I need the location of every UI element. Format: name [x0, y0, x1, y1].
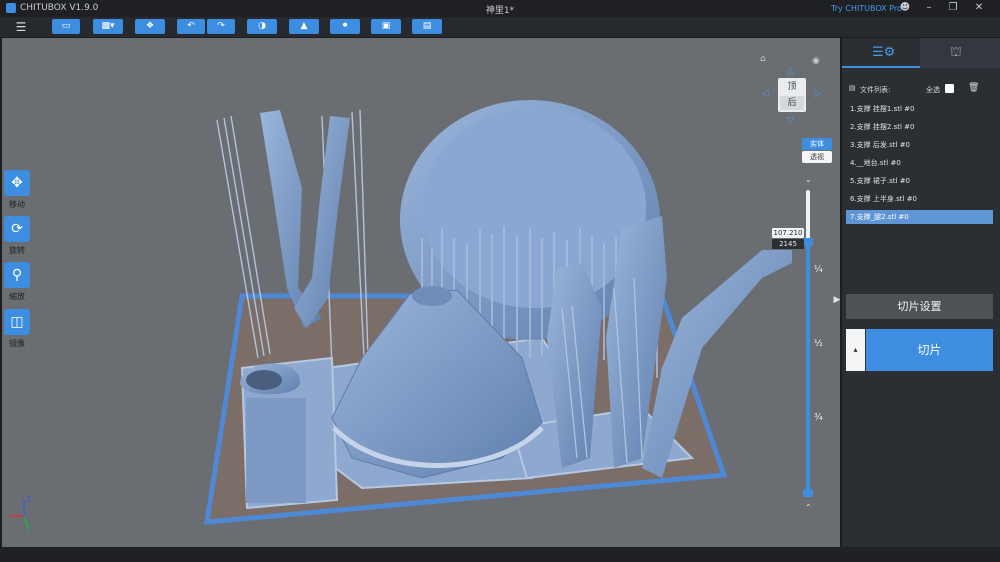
3d-viewport[interactable]: Z Y [2, 38, 840, 547]
solid-mode-button[interactable]: 实体 [802, 138, 832, 150]
scale-icon: ⚲ [11, 267, 23, 283]
layer-height-value[interactable]: 107.210 [772, 228, 804, 238]
slice-button[interactable]: 切片 [866, 329, 993, 371]
lock-button[interactable]: ▤ [412, 19, 442, 34]
visibility-eye-icon[interactable]: ◉ [812, 56, 820, 66]
try-pro-link[interactable]: Try CHITUBOX Pro [831, 4, 902, 13]
tab-model-settings[interactable]: ☰⚙ [842, 38, 920, 68]
scene-render: Z Y [10, 100, 792, 534]
redo-button[interactable]: ↷ [207, 19, 235, 34]
move-tool-button[interactable]: ✥ [4, 170, 30, 196]
status-bar [0, 547, 1000, 562]
file-list-icon: ▤ [849, 84, 856, 92]
undo-button[interactable]: ↶ [177, 19, 205, 34]
select-all-label: 全选 [926, 86, 940, 94]
move-label: 移动 [9, 200, 25, 209]
support-button[interactable]: ▲ [289, 19, 319, 34]
svg-text:Z: Z [26, 495, 32, 504]
svg-text:Y: Y [25, 525, 31, 534]
layer-slider-bottom-thumb[interactable] [803, 489, 813, 497]
settings-button[interactable]: ▣ [371, 19, 401, 34]
slider-three-quarter-mark: ¾ [814, 413, 823, 423]
main-toolbar: ☰ ▭ ▩▾ ❖ ↶ ↷ ◑ ▲ ⚫ ▣ ▤ [0, 17, 1000, 37]
panel-expand-arrow-icon[interactable]: ▶ [832, 292, 842, 308]
slice-settings-button[interactable]: 切片设置 [846, 294, 993, 319]
user-icon[interactable]: ☻ [898, 2, 912, 14]
slice-options-arrow-icon[interactable]: ▴ [846, 329, 865, 371]
file-list-item[interactable]: 6.支撑 上半身.stl #0 [846, 192, 993, 206]
file-list-label: 文件列表: [860, 86, 891, 94]
layer-index-value[interactable]: 2145 [772, 239, 804, 249]
file-list-item[interactable]: 2.支撑 挂摆2.stl #0 [846, 120, 993, 134]
open-file-button[interactable]: ▭ [52, 19, 80, 34]
save-file-button[interactable]: ▩▾ [93, 19, 123, 34]
chitubox-window: CHITUBOX V1.9.0 神里1* Try CHITUBOX Pro ☻ … [0, 0, 1000, 562]
view-right-arrow-icon[interactable]: ▷ [814, 89, 821, 99]
view-down-arrow-icon[interactable]: ▽ [787, 116, 794, 126]
rotate-label: 旋转 [9, 246, 25, 255]
view-cube-top-face[interactable]: 顶 [780, 80, 804, 94]
scale-label: 缩放 [9, 292, 25, 301]
slider-half-mark: ½ [814, 339, 823, 349]
printer-icon: ⛫ [950, 45, 962, 60]
slider-down-chevron-icon[interactable]: ⌃ [805, 503, 812, 512]
restore-icon[interactable]: ❐ [946, 2, 960, 14]
delete-trash-icon[interactable]: 🗑 [968, 83, 979, 93]
hollow-button[interactable]: ⚫ [330, 19, 360, 34]
scale-tool-button[interactable]: ⚲ [4, 262, 30, 288]
mirror-tool-button[interactable]: ◫ [4, 309, 30, 335]
rotate-icon: ⟳ [11, 221, 23, 237]
rotate-tool-button[interactable]: ⟳ [4, 216, 30, 242]
close-icon[interactable]: ✕ [972, 2, 986, 14]
file-list-item[interactable]: 3.支撑 后发.stl #0 [846, 138, 993, 152]
mirror-label: 镜像 [9, 339, 25, 348]
file-list-item[interactable]: 7.支撑_腿2.stl #0 [846, 210, 993, 224]
menu-icon[interactable]: ☰ [14, 20, 28, 34]
mirror-icon: ◫ [10, 314, 24, 330]
file-list-header: ▤ 文件列表: 全选 🗑 [846, 83, 996, 96]
title-bar: CHITUBOX V1.9.0 神里1* Try CHITUBOX Pro ☻ … [0, 0, 1000, 17]
layer-slider-thumb[interactable] [803, 237, 813, 246]
minimize-icon[interactable]: – [922, 2, 936, 14]
select-all-checkbox[interactable] [945, 84, 954, 93]
file-list-item[interactable]: 1.支撑 挂摆1.stl #0 [846, 102, 993, 116]
home-view-icon[interactable]: ⌂ [760, 54, 766, 64]
move-icon: ✥ [11, 175, 23, 191]
view-cube-front-face[interactable]: 后 [780, 96, 804, 110]
file-list-item[interactable]: 4.__地台.stl #0 [846, 156, 993, 170]
slider-quarter-mark: ¼ [814, 265, 823, 275]
layer-slider-fill [806, 241, 810, 495]
view-up-arrow-icon[interactable]: △ [787, 66, 794, 76]
slider-up-chevron-icon[interactable]: ⌄ [805, 175, 812, 184]
axis-gizmo: Z Y [10, 495, 32, 534]
list-settings-icon: ☰⚙ [872, 45, 896, 60]
view-left-arrow-icon[interactable]: ◁ [762, 89, 769, 99]
auto-layout-button[interactable]: ❖ [135, 19, 165, 34]
tab-print-settings[interactable]: ⛫ [920, 38, 1000, 68]
file-list-item[interactable]: 5.支撑 裙子.stl #0 [846, 174, 993, 188]
slice-preview-button[interactable]: ◑ [247, 19, 277, 34]
xray-mode-button[interactable]: 透视 [802, 151, 832, 163]
